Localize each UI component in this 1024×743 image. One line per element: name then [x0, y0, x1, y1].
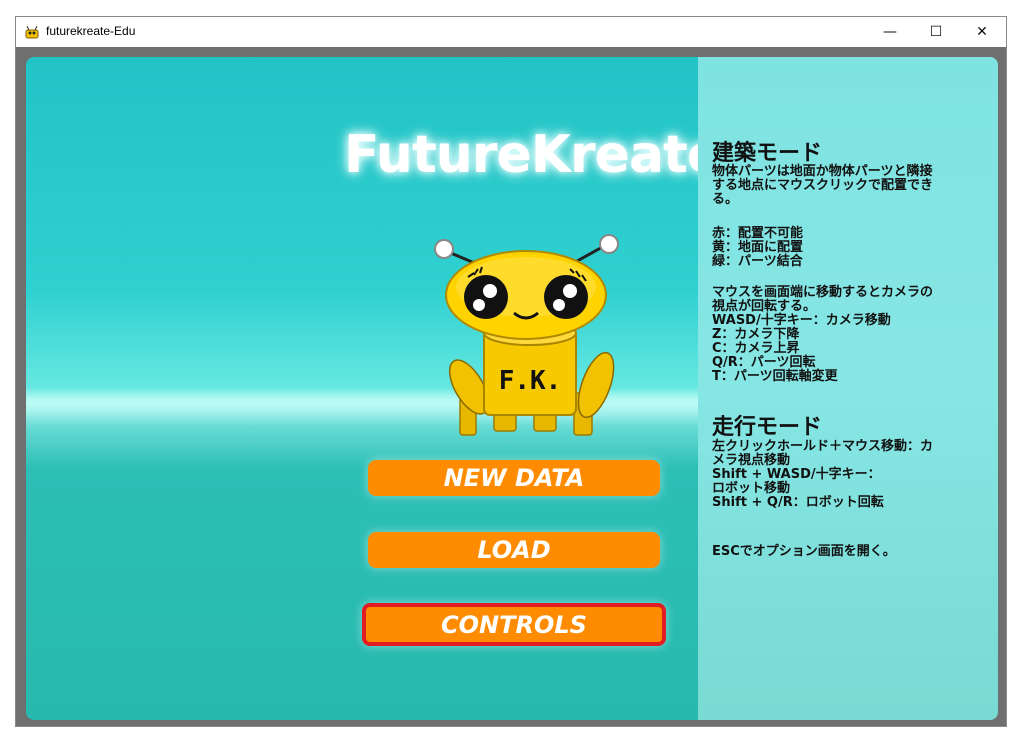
minimize-icon: — [883, 24, 897, 40]
robot-mascot: F.K. [434, 234, 619, 436]
controls-help-panel: 建築モード 物体パーツは地面か物体パーツと隣接 する地点にマウスクリックで配置で… [698, 57, 998, 720]
minimize-button[interactable]: — [867, 17, 913, 47]
maximize-button[interactable]: ☐ [913, 17, 959, 47]
new-data-button[interactable]: NEW DATA [368, 460, 660, 496]
build-mode-title: 建築モード [712, 141, 823, 166]
close-button[interactable]: ✕ [959, 17, 1005, 47]
app-window: futurekreate-Edu — ☐ ✕ FutureKreate F.K.… [15, 16, 1007, 727]
close-icon: ✕ [976, 24, 988, 40]
title-bar[interactable]: futurekreate-Edu — ☐ ✕ [16, 17, 1006, 47]
drive-mode-title: 走行モード [712, 415, 823, 440]
game-logo: FutureKreate [344, 125, 722, 185]
drive-mode-description: 左クリックホールド＋マウス移動：カ メラ視点移動 Shift + WASD/十字… [712, 439, 934, 510]
esc-hint: ESCでオプション画面を開く。 [712, 544, 896, 559]
maximize-icon: ☐ [929, 24, 943, 40]
controls-button[interactable]: CONTROLS [362, 603, 666, 646]
build-mode-description: 物体パーツは地面か物体パーツと隣接 する地点にマウスクリックで配置でき る。 [712, 164, 934, 207]
game-viewport: FutureKreate F.K. NEW DATA LOAD CONTROLS… [26, 57, 998, 720]
mascot-label: F.K. [499, 366, 562, 396]
window-title: futurekreate-Edu [46, 24, 136, 38]
app-icon [25, 25, 39, 39]
color-legend: 赤：配置不可能 黄：地面に配置 緑：パーツ結合 [712, 226, 804, 269]
load-button[interactable]: LOAD [368, 532, 660, 568]
camera-controls-text: マウスを画面端に移動するとカメラの 視点が回転する。 WASD/十字キー：カメラ… [712, 285, 934, 384]
